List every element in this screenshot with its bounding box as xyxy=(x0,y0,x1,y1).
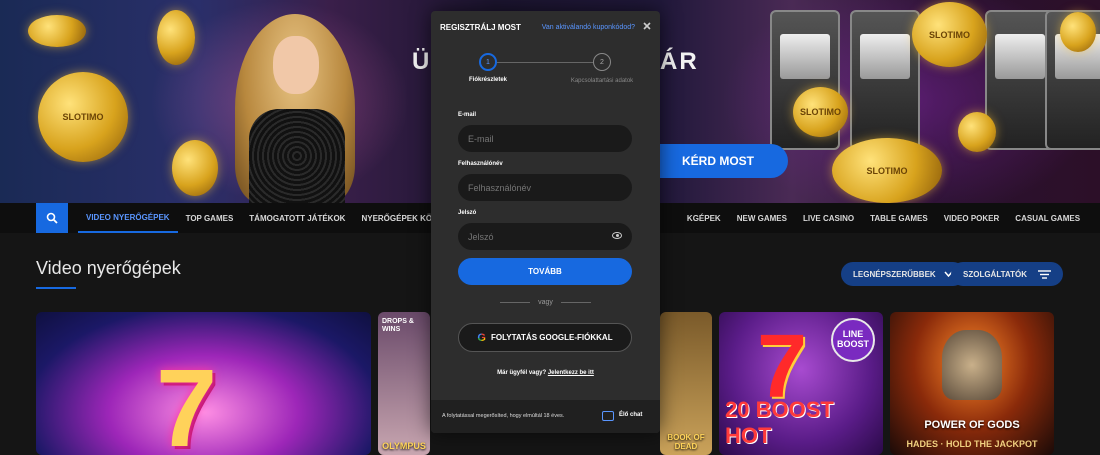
login-link[interactable]: Jelentkezz be itt xyxy=(548,370,594,376)
game-card-badge: DROPS & WINS xyxy=(382,318,414,333)
hero-cta-button[interactable]: KÉRD MOST xyxy=(640,144,788,178)
game-card-image: 7 xyxy=(156,347,218,455)
providers-filter-button[interactable]: SZOLGÁLTATÓK xyxy=(951,262,1063,286)
game-card-title: 20 BOOST HOT xyxy=(725,397,834,448)
sort-dropdown-label: LEGNÉPSZERŰBBEK xyxy=(853,269,936,279)
gold-coin-image: SLOTIMO xyxy=(832,138,942,203)
providers-filter-label: SZOLGÁLTATÓK xyxy=(963,269,1027,279)
stepper-line xyxy=(497,62,593,63)
email-field[interactable] xyxy=(458,125,632,152)
gold-coin-image: SLOTIMO xyxy=(38,72,128,162)
nav-item-live-casino[interactable]: LIVE CASINO xyxy=(795,203,862,233)
nav-item-casual-games[interactable]: CASUAL GAMES xyxy=(1007,203,1088,233)
password-field-wrapper xyxy=(458,223,632,250)
hero-title-right: ÁR xyxy=(660,48,699,75)
game-card-image xyxy=(942,330,1002,400)
gold-coin-image xyxy=(1060,12,1096,52)
game-card-subtitle: HADES · HOLD THE JACKPOT xyxy=(906,439,1038,449)
step-1-indicator: 1 xyxy=(479,53,497,71)
age-confirmation-note: A folytatással megerősíted, hogy elmúltá… xyxy=(442,413,565,419)
nav-item-table-games[interactable]: TABLE GAMES xyxy=(862,203,936,233)
password-field[interactable] xyxy=(458,223,632,250)
close-button[interactable] xyxy=(643,22,651,33)
nav-item-top-games[interactable]: TOP GAMES xyxy=(178,203,242,233)
modal-footer: A folytatással megerősíted, hogy elmúltá… xyxy=(431,400,660,433)
google-signin-label: FOLYTATÁS GOOGLE-FIÓKKAL xyxy=(490,333,613,342)
modal-header: REGISZTRÁLJ MOST Van aktiválandó kuponkó… xyxy=(440,22,651,33)
gold-coin-image xyxy=(958,112,996,152)
slot-machine-image xyxy=(850,10,920,150)
search-button[interactable] xyxy=(36,203,68,233)
game-card[interactable]: 7 LINE BOOST 20 BOOST HOT xyxy=(719,312,883,455)
or-divider: vagy xyxy=(431,299,660,306)
nav-item-video-poker[interactable]: VIDEO POKER xyxy=(936,203,1008,233)
hero-model-image xyxy=(235,14,355,203)
login-prompt: Már ügyfél vagy? Jelentkezz be itt xyxy=(497,370,594,376)
nav-item-supported-games[interactable]: TÁMOGATOTT JÁTÉKOK xyxy=(241,203,353,233)
modal-title: REGISZTRÁLJ MOST xyxy=(440,23,521,32)
chat-icon[interactable] xyxy=(602,411,614,421)
filter-icon xyxy=(1038,269,1051,279)
step-1-label: Fiókrészletek xyxy=(468,77,508,83)
game-card[interactable]: DROPS & WINS OLYMPUS xyxy=(378,312,430,455)
game-card-title: BOOK OF DEAD xyxy=(667,433,705,451)
gold-coin-image xyxy=(28,15,86,47)
search-icon xyxy=(46,212,58,224)
section-title: Video nyerőgépek xyxy=(36,258,181,278)
google-icon: G xyxy=(477,331,486,344)
coupon-link[interactable]: Van aktiválandó kuponkódod? xyxy=(542,24,635,31)
email-label: E-mail xyxy=(458,112,477,118)
close-icon xyxy=(643,22,651,30)
show-password-icon[interactable] xyxy=(612,232,622,239)
game-card-badge: LINE BOOST xyxy=(831,318,875,362)
gold-coin-image: SLOTIMO xyxy=(793,87,848,137)
continue-button[interactable]: TOVÁBB xyxy=(458,258,632,285)
game-card[interactable]: 7 xyxy=(36,312,371,455)
game-card[interactable]: BOOK OF DEAD xyxy=(660,312,712,455)
step-2-label: Kapcsolattartási adatok xyxy=(570,78,634,84)
username-field[interactable] xyxy=(458,174,632,201)
gold-coin-image xyxy=(172,140,218,196)
live-chat-link[interactable]: Élő chat xyxy=(619,412,642,418)
username-label: Felhasználónév xyxy=(458,161,503,167)
gold-coin-image: SLOTIMO xyxy=(912,2,987,67)
sort-dropdown[interactable]: LEGNÉPSZERŰBBEK xyxy=(841,262,965,286)
nav-item-new-games[interactable]: NEW GAMES xyxy=(729,203,795,233)
step-2-indicator: 2 xyxy=(593,53,611,71)
game-card-title: POWER OF GODS xyxy=(924,419,1020,431)
google-signin-button[interactable]: G FOLYTATÁS GOOGLE-FIÓKKAL xyxy=(458,323,632,352)
registration-modal: REGISZTRÁLJ MOST Van aktiválandó kuponkó… xyxy=(431,11,660,433)
game-card-title: OLYMPUS xyxy=(382,441,426,451)
password-label: Jelszó xyxy=(458,210,477,216)
nav-item-slots[interactable]: KGÉPEK xyxy=(679,203,729,233)
section-title-underline xyxy=(36,287,76,289)
registration-stepper: 1 2 Fiókrészletek Kapcsolattartási adato… xyxy=(431,53,660,113)
game-card[interactable]: POWER OF GODS HADES · HOLD THE JACKPOT xyxy=(890,312,1054,455)
casino-page: SLOTIMO SLOTIMO SLOTIMO SLOTIMO ÜD ÁR KÉ… xyxy=(0,0,1100,455)
gold-coin-image xyxy=(157,10,195,65)
nav-item-video-slots[interactable]: VIDEO NYERŐGÉPEK xyxy=(78,203,178,233)
